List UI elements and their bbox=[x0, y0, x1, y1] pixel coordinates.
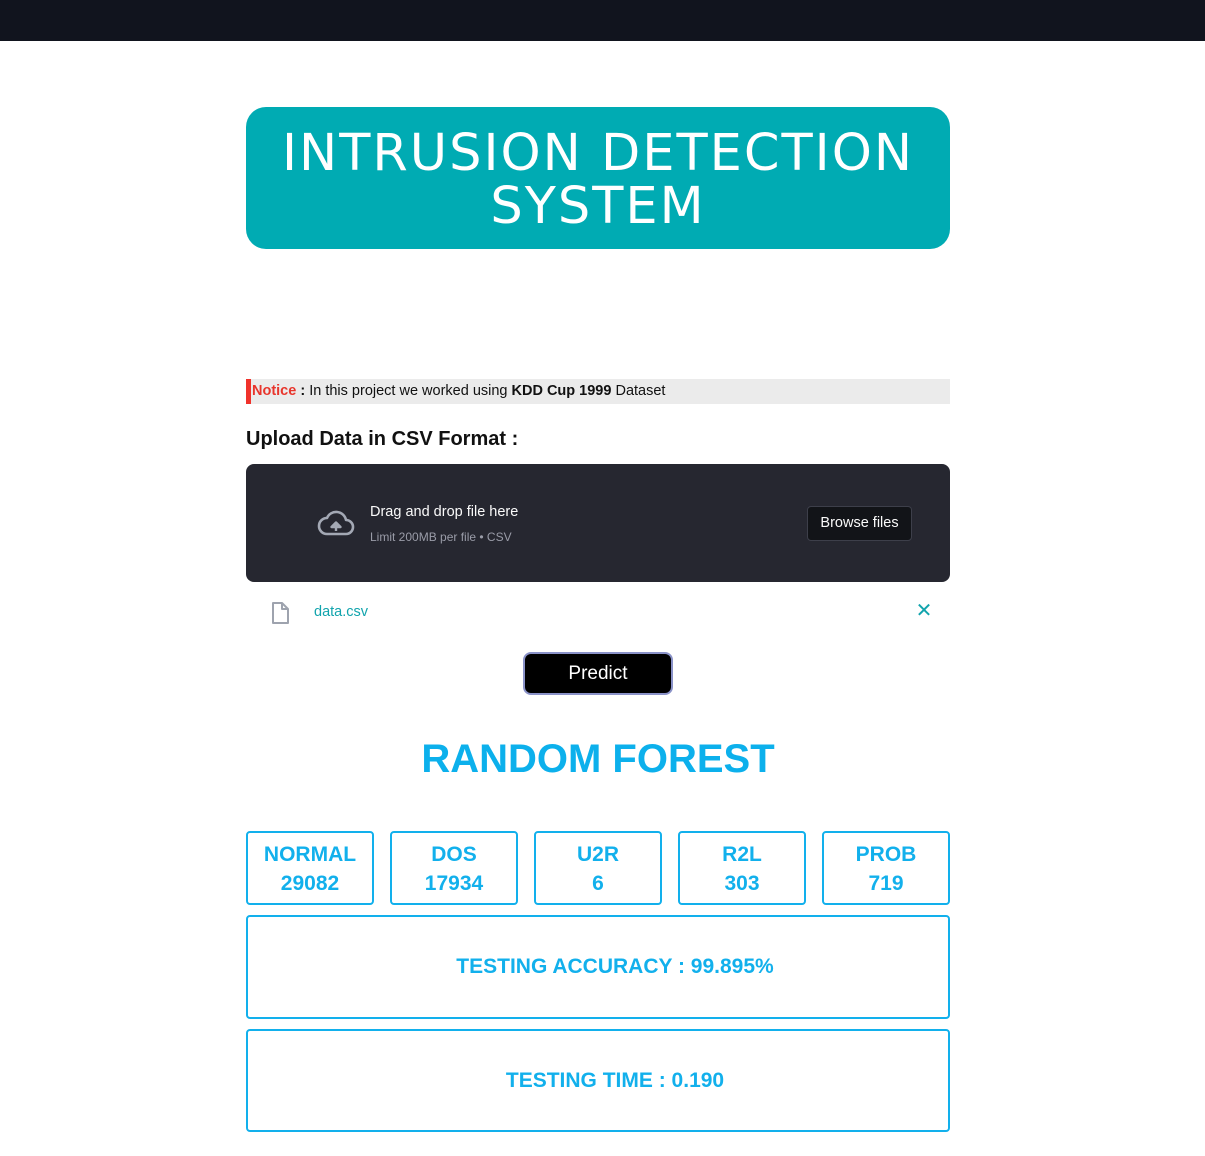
top-header-bar bbox=[0, 0, 1205, 41]
testing-accuracy-text: TESTING ACCURACY : 99.895% bbox=[456, 955, 774, 978]
title-banner: INTRUSION DETECTION SYSTEM bbox=[246, 107, 950, 249]
class-count: 17934 bbox=[424, 872, 484, 895]
predict-button[interactable]: Predict bbox=[523, 652, 673, 695]
class-label: R2L bbox=[722, 843, 762, 866]
class-card-prob: PROB 719 bbox=[822, 831, 950, 905]
dropzone-drag-text: Drag and drop file here bbox=[370, 504, 519, 520]
class-count: 303 bbox=[724, 872, 760, 895]
testing-time-box: TESTING TIME : 0.190 bbox=[246, 1029, 950, 1132]
class-count: 719 bbox=[868, 872, 904, 895]
notice-text-before: In this project we worked using bbox=[309, 383, 512, 399]
file-icon bbox=[272, 602, 289, 624]
class-card-u2r: U2R 6 bbox=[534, 831, 662, 905]
uploaded-file-name: data.csv bbox=[314, 604, 368, 620]
testing-time-text: TESTING TIME : 0.190 bbox=[505, 1068, 725, 1092]
notice-separator: : bbox=[296, 383, 310, 399]
model-title: RANDOM FOREST bbox=[421, 737, 775, 781]
browse-files-button[interactable]: Browse files bbox=[807, 506, 912, 541]
class-card-normal: NORMAL 29082 bbox=[246, 831, 374, 905]
notice-label: Notice bbox=[252, 383, 297, 399]
class-count: 6 bbox=[592, 872, 604, 895]
cloud-upload-icon bbox=[317, 510, 355, 536]
class-count: 29082 bbox=[280, 872, 340, 895]
class-label: PROB bbox=[855, 843, 917, 866]
class-card-dos: DOS 17934 bbox=[390, 831, 518, 905]
notice-text-after: Dataset bbox=[611, 383, 666, 399]
class-label: NORMAL bbox=[263, 843, 357, 866]
page-title: INTRUSION DETECTION SYSTEM bbox=[282, 124, 914, 236]
file-dropzone[interactable]: Drag and drop file here Limit 200MB per … bbox=[246, 464, 950, 582]
class-card-r2l: R2L 303 bbox=[678, 831, 806, 905]
upload-heading: Upload Data in CSV Format : bbox=[246, 428, 519, 450]
notice-banner: Notice : In this project we worked using… bbox=[246, 379, 950, 404]
testing-accuracy-box: TESTING ACCURACY : 99.895% bbox=[246, 915, 950, 1019]
class-label: U2R bbox=[576, 843, 619, 866]
dropzone-instructions: Drag and drop file here Limit 200MB per … bbox=[370, 502, 518, 545]
dropzone-limit-text: Limit 200MB per file • CSV bbox=[370, 530, 512, 544]
uploaded-file-row: data.csv ✕ bbox=[246, 596, 950, 628]
notice-dataset: KDD Cup 1999 bbox=[511, 383, 612, 399]
close-icon[interactable]: ✕ bbox=[914, 600, 934, 622]
class-label: DOS bbox=[431, 843, 477, 866]
